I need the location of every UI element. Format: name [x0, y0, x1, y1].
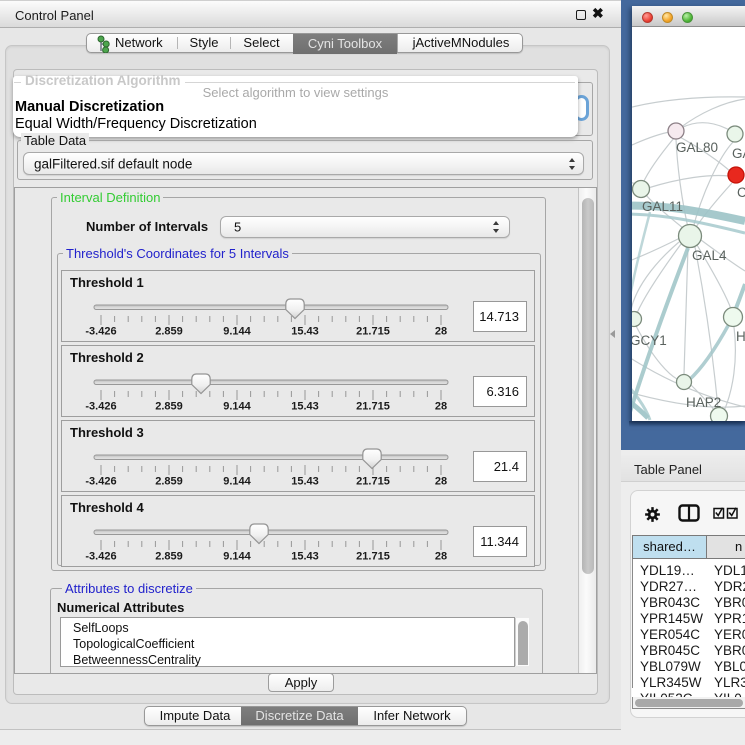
svg-text:28: 28 — [435, 326, 447, 338]
svg-text:28: 28 — [435, 476, 447, 488]
svg-text:GAL80: GAL80 — [676, 140, 718, 155]
svg-text:-3.426: -3.426 — [85, 401, 116, 413]
svg-text:GA: GA — [732, 146, 745, 161]
svg-text:9.144: 9.144 — [223, 326, 251, 338]
svg-text:28: 28 — [435, 401, 447, 413]
svg-text:9.144: 9.144 — [223, 476, 251, 488]
svg-text:2.859: 2.859 — [155, 551, 183, 563]
svg-text:GCY1: GCY1 — [632, 333, 667, 348]
svg-text:2.859: 2.859 — [155, 401, 183, 413]
svg-text:9.144: 9.144 — [223, 401, 251, 413]
svg-text:H: H — [736, 329, 745, 344]
svg-text:15.43: 15.43 — [291, 476, 319, 488]
svg-text:2.859: 2.859 — [155, 476, 183, 488]
svg-text:28: 28 — [435, 551, 447, 563]
svg-text:15.43: 15.43 — [291, 401, 319, 413]
svg-text:9.144: 9.144 — [223, 551, 251, 563]
svg-text:-3.426: -3.426 — [85, 326, 116, 338]
svg-text:2.859: 2.859 — [155, 326, 183, 338]
svg-text:C: C — [737, 185, 745, 200]
svg-text:15.43: 15.43 — [291, 551, 319, 563]
svg-text:HAP2: HAP2 — [686, 395, 721, 410]
svg-text:21.715: 21.715 — [356, 326, 390, 338]
svg-text:GAL11: GAL11 — [642, 199, 683, 214]
svg-text:15.43: 15.43 — [291, 326, 319, 338]
svg-text:GAL4: GAL4 — [692, 248, 727, 263]
svg-text:-3.426: -3.426 — [85, 551, 116, 563]
svg-text:-3.426: -3.426 — [85, 476, 116, 488]
svg-text:21.715: 21.715 — [356, 401, 390, 413]
svg-text:21.715: 21.715 — [356, 551, 390, 563]
svg-text:21.715: 21.715 — [356, 476, 390, 488]
